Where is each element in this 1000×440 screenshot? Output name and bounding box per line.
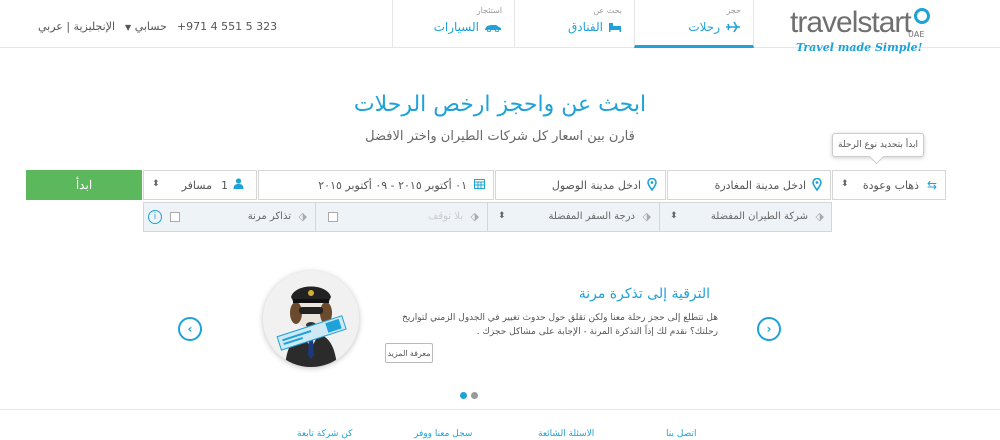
site-header: travelstart UAE Travel made Simple! حجز … <box>0 0 1000 54</box>
select-caret-icon: ⬍ <box>498 211 506 221</box>
info-icon[interactable]: i <box>148 210 162 224</box>
footer-link-affiliate[interactable]: كن شركة تابعة <box>297 429 352 439</box>
carousel-dot-active[interactable] <box>460 392 467 399</box>
car-icon <box>485 24 501 32</box>
pilot-dog-image <box>263 271 359 367</box>
tag-icon: ⬗ <box>470 210 479 223</box>
footer-link-contact[interactable]: اتصل بنا <box>666 429 696 439</box>
footer-link-signup[interactable]: سجل معنا ووفر <box>414 429 472 439</box>
date-range-value: ٠١ أكتوبر ٢٠١٥ - ٠٩ أكتوبر ٢٠١٥ <box>318 179 467 192</box>
promo-title: الترقية إلى تذكرة مرنة <box>578 286 710 302</box>
swap-arrows-icon: ⇆ <box>926 178 937 192</box>
footer-link-faq[interactable]: الاسئلة الشائعة <box>538 429 594 439</box>
bed-icon <box>609 23 621 32</box>
date-range-input[interactable]: ٠١ أكتوبر ٢٠١٥ - ٠٩ أكتوبر ٢٠١٥ <box>258 170 494 200</box>
passengers-select[interactable]: 1 مسافر ⬍ <box>143 170 257 200</box>
flexible-tickets-label: تذاكر مرنة <box>247 211 291 222</box>
trip-type-tooltip: ابدأ بتحديد نوع الرحلة <box>832 133 924 157</box>
nonstop-label: بلا توقف <box>427 211 463 222</box>
cabin-class-select[interactable]: ⬗ درجة السفر المفضلة ⬍ <box>487 203 659 231</box>
preferred-airline-select[interactable]: ⬗ شركة الطيران المفضلة ⬍ <box>659 203 832 231</box>
destination-input[interactable]: ادخل مدينة الوصول <box>495 170 666 200</box>
language-switcher[interactable]: الإنجليزية | عربي <box>38 20 115 33</box>
select-caret-icon: ⬍ <box>670 211 678 221</box>
logo-circle <box>914 8 930 24</box>
tab-flights[interactable]: حجز رحلات <box>634 0 754 48</box>
flexible-tickets-option[interactable]: ⬗ تذاكر مرنة i <box>144 203 315 231</box>
user-icon <box>233 178 244 192</box>
chevron-down-icon: ▼ <box>125 23 132 32</box>
tab-cars-caption: استئجار <box>476 6 502 15</box>
logo-region: UAE <box>908 30 925 39</box>
tag-icon: ⬗ <box>298 210 307 223</box>
trip-type-value: ذهاب وعودة <box>862 179 919 192</box>
origin-placeholder: ادخل مدينة المغادرة <box>714 179 806 192</box>
passenger-count: 1 <box>221 179 228 192</box>
learn-more-button[interactable]: معرفة المزيد <box>385 343 433 363</box>
account-menu[interactable]: ▼ حسابي <box>125 20 167 33</box>
nonstop-checkbox[interactable] <box>328 212 338 222</box>
tab-hotels[interactable]: بحث عن الفنادق <box>514 0 634 48</box>
chevron-left-icon: ‹ <box>187 322 193 336</box>
airplane-icon <box>726 21 740 33</box>
tab-cars-label: السيارات <box>433 20 479 34</box>
map-pin-icon <box>812 177 822 194</box>
tab-hotels-caption: بحث عن <box>593 6 622 15</box>
trip-type-select[interactable]: ⇆ ذهاب وعودة ⬍ <box>832 170 946 200</box>
tag-icon: ⬗ <box>642 210 651 223</box>
travelstart-logo[interactable]: travelstart UAE Travel made Simple! <box>790 6 930 56</box>
preferred-airline-label: شركة الطيران المفضلة <box>710 211 808 222</box>
search-button[interactable]: ابدأ <box>26 170 142 200</box>
tag-icon: ⬗ <box>815 210 824 223</box>
tab-flights-caption: حجز <box>726 6 741 15</box>
site-footer: اتصل بنا الاسئلة الشائعة سجل معنا ووفر ك… <box>0 409 1000 440</box>
hero-title: ابحث عن واحجز ارخص الرحلات <box>353 92 647 117</box>
passenger-label: مسافر <box>181 179 212 192</box>
chevron-right-icon: › <box>766 322 772 336</box>
flexible-tickets-checkbox[interactable] <box>170 212 180 222</box>
carousel-dot[interactable] <box>471 392 478 399</box>
destination-placeholder: ادخل مدينة الوصول <box>551 179 641 192</box>
select-caret-icon: ⬍ <box>841 179 849 189</box>
tab-cars[interactable]: استئجار السيارات <box>392 0 514 48</box>
cabin-class-label: درجة السفر المفضلة <box>548 211 635 222</box>
account-label: حسابي <box>134 20 167 33</box>
carousel-prev-button[interactable]: ‹ <box>178 317 202 341</box>
nonstop-option[interactable]: ⬗ بلا توقف <box>315 203 487 231</box>
map-pin-icon <box>647 177 657 194</box>
tab-hotels-label: الفنادق <box>568 20 603 34</box>
origin-input[interactable]: ادخل مدينة المغادرة <box>667 170 831 200</box>
topbar: الإنجليزية | عربي ▼ حسابي +971 4 551 5 3… <box>38 20 277 33</box>
tab-flights-label: رحلات <box>688 20 720 34</box>
carousel-next-button[interactable]: › <box>757 317 781 341</box>
select-caret-icon: ⬍ <box>152 179 160 189</box>
calendar-icon <box>474 178 485 192</box>
phone-number: +971 4 551 5 323 <box>176 20 278 33</box>
promo-text: هل تتطلع إلى حجز رحلة معنا ولكن تقلق حول… <box>402 313 718 337</box>
logo-tagline: Travel made Simple! <box>796 41 923 54</box>
search-options-row: ⬗ شركة الطيران المفضلة ⬍ ⬗ درجة السفر ال… <box>143 202 832 232</box>
logo-wordmark: travelstart <box>790 6 912 39</box>
